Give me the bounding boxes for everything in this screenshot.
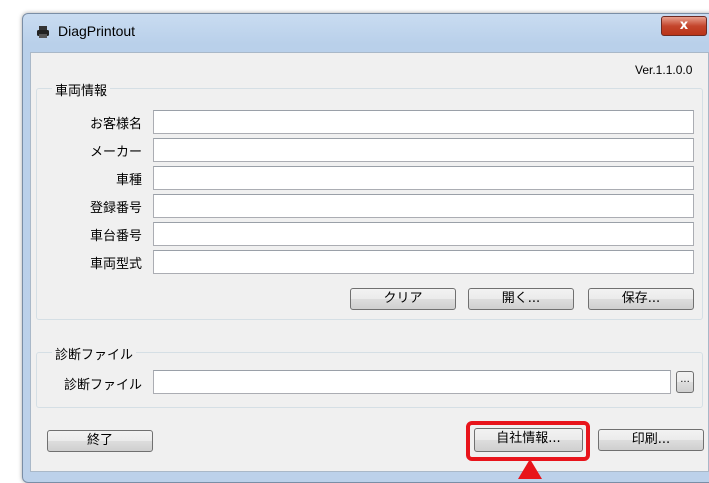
save-button[interactable]: 保存... (588, 288, 694, 310)
maker-label: メーカー (89, 145, 142, 160)
maker-field[interactable] (153, 138, 694, 162)
close-button[interactable]: x (661, 16, 707, 36)
open-button[interactable]: 開く... (468, 288, 574, 310)
chassis-number-label: 車台番号 (89, 229, 142, 244)
highlight-frame (466, 421, 590, 461)
vehicle-type-label: 車両型式 (89, 257, 142, 272)
vehicle-info-group-title: 車両情報 (52, 80, 111, 99)
exit-button[interactable]: 終了 (47, 430, 153, 452)
print-button[interactable]: 印刷... (598, 429, 704, 451)
customer-name-field[interactable] (153, 110, 694, 134)
clear-button[interactable]: クリア (350, 288, 456, 310)
diag-file-field[interactable] (153, 370, 671, 394)
chassis-number-field[interactable] (153, 222, 694, 246)
window-title: DiagPrintout (58, 23, 136, 39)
registration-number-field[interactable] (153, 194, 694, 218)
diag-file-group-title: 診断ファイル (52, 344, 137, 363)
customer-name-label: お客様名 (89, 117, 142, 132)
registration-number-label: 登録番号 (89, 201, 142, 216)
pointer-arrow-icon (518, 459, 542, 479)
model-field[interactable] (153, 166, 694, 190)
diag-file-label: 診断ファイル (63, 378, 142, 393)
vehicle-type-field[interactable] (153, 250, 694, 274)
version-label: Ver.1.1.0.0 (635, 63, 693, 77)
printer-icon (37, 26, 49, 38)
browse-button[interactable]: ... (676, 371, 694, 393)
model-label: 車種 (115, 173, 142, 188)
